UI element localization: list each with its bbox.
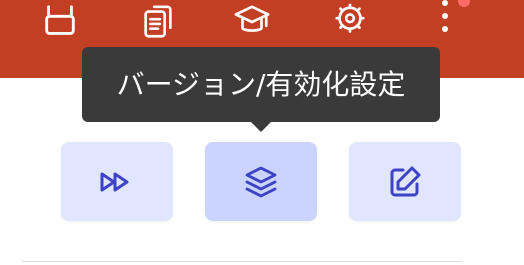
settings-button[interactable] (328, 0, 372, 44)
notification-dot (458, 0, 470, 7)
divider (22, 261, 462, 262)
more-options-button[interactable] (432, 0, 458, 44)
layers-icon (245, 166, 277, 197)
archive-button[interactable] (38, 0, 82, 44)
archive-icon (45, 5, 75, 35)
fast-forward-button[interactable] (61, 142, 173, 221)
version-activation-settings-button[interactable] (205, 142, 317, 221)
graduation-cap-icon (234, 5, 270, 32)
kebab-dot (442, 26, 448, 32)
tooltip-arrow (251, 122, 271, 132)
settings-gear-icon (335, 3, 365, 33)
documents-button[interactable] (136, 0, 180, 44)
documents-icon (144, 5, 172, 38)
fast-forward-icon (100, 172, 129, 191)
courses-button[interactable] (230, 0, 274, 44)
tooltip-text: バージョン/有効化設定 (116, 68, 406, 101)
tooltip: バージョン/有効化設定 (82, 47, 440, 122)
edit-icon (390, 166, 421, 196)
kebab-dot (442, 13, 448, 19)
edit-button[interactable] (349, 142, 461, 221)
kebab-dot (442, 0, 448, 6)
